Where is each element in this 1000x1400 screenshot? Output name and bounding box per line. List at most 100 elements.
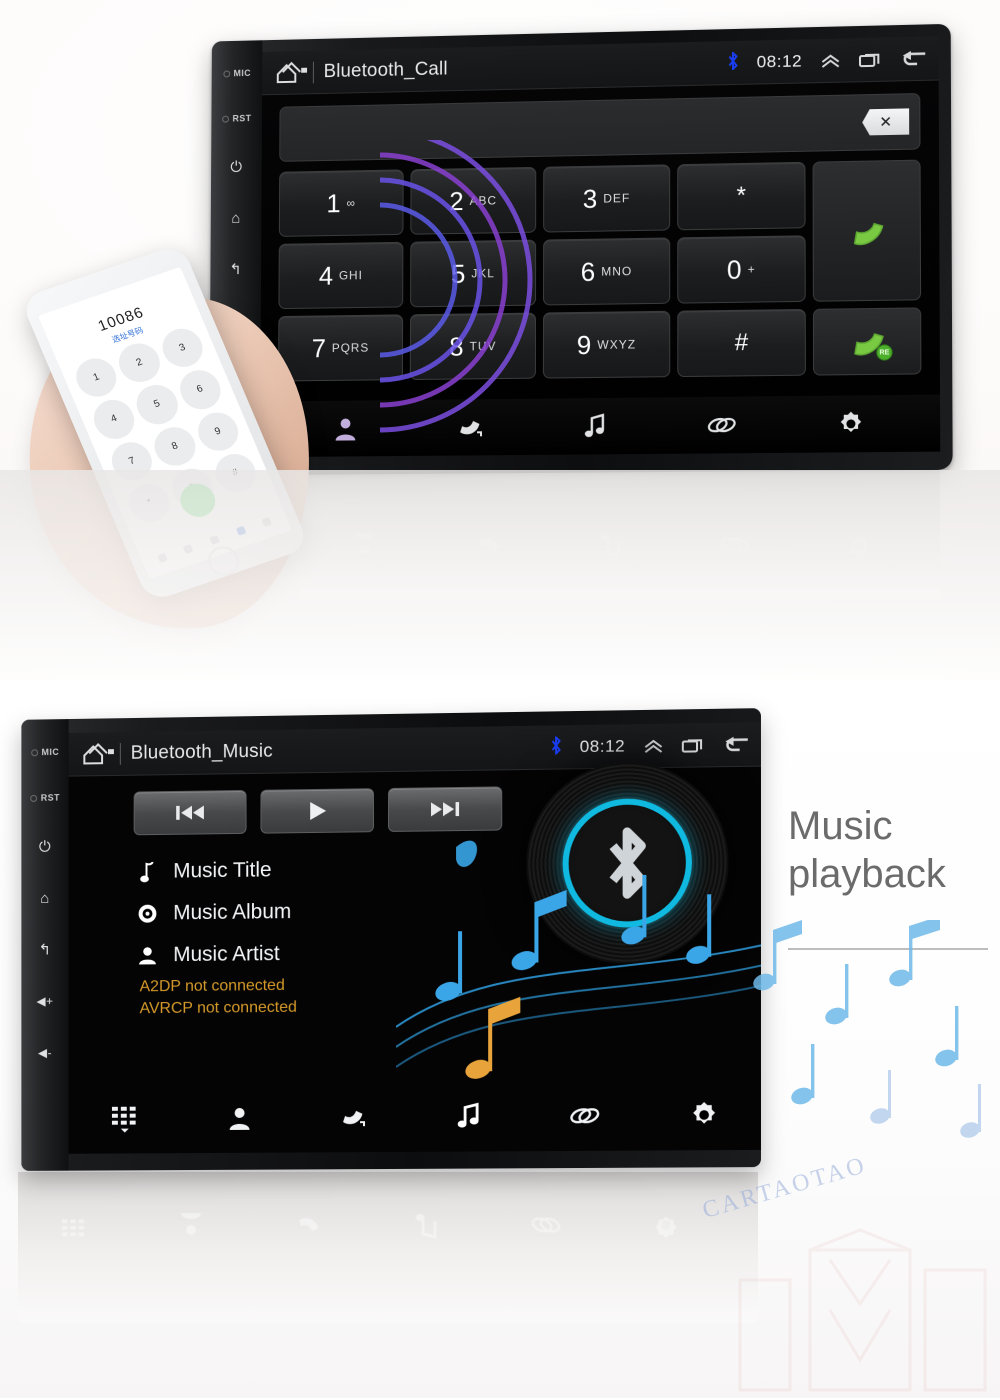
track-album-label: Music Album: [173, 900, 292, 925]
mic-label: MIC: [41, 746, 60, 758]
home-screen-icon[interactable]: [274, 59, 308, 85]
gear-icon[interactable]: [690, 1101, 718, 1129]
home-icon[interactable]: ⌂: [21, 872, 68, 924]
bottom-tabbar-reflection: [60, 1200, 680, 1250]
status-right-group: 08:12: [727, 48, 926, 74]
music-panel: Music Title Music Album Music Artist A2D…: [68, 761, 761, 1154]
key-3[interactable]: 3 DEF: [543, 164, 671, 233]
phone-tab[interactable]: [183, 543, 194, 554]
key-9[interactable]: 9 WXYZ: [542, 310, 671, 379]
phone-key[interactable]: 1: [70, 353, 123, 403]
phone-tabbar: [146, 510, 283, 570]
phone-tab[interactable]: [209, 534, 220, 545]
phone-key[interactable]: 9: [191, 406, 245, 457]
phone-key[interactable]: 3: [156, 323, 209, 373]
music-note-icon[interactable]: [455, 1102, 481, 1130]
bluetooth-icon: [550, 736, 561, 757]
phone-tab-keypad[interactable]: [235, 525, 247, 536]
phone-key[interactable]: 7: [105, 436, 159, 486]
contacts-icon[interactable]: [226, 1105, 252, 1131]
bluetooth-icon-large: [601, 826, 654, 901]
reset-indicator[interactable]: RST: [21, 775, 68, 821]
key-5[interactable]: 5 JKL: [410, 239, 537, 308]
phone-home-button[interactable]: [203, 542, 244, 580]
call-history-icon[interactable]: [456, 414, 484, 440]
phone-key[interactable]: 0: [166, 463, 219, 513]
key-6[interactable]: 6 MNO: [543, 237, 671, 306]
top-tabbar-reflection: [352, 520, 872, 570]
key-2[interactable]: 2 ABC: [410, 166, 537, 235]
phone-key[interactable]: *: [123, 478, 176, 528]
contacts-icon-reflection: [352, 532, 378, 558]
phone-key[interactable]: 6: [173, 365, 227, 415]
phone-key[interactable]: 8: [148, 421, 202, 471]
previous-track-button[interactable]: [133, 789, 247, 836]
clock: 08:12: [579, 735, 626, 756]
call-redial-icon: RE: [843, 324, 893, 361]
page-title: Bluetooth_Music: [130, 740, 273, 764]
bluetooth-icon: [727, 52, 738, 73]
contacts-icon-reflection: [178, 1212, 204, 1238]
building-watermark: [738, 1228, 987, 1392]
reset-indicator[interactable]: RST: [211, 95, 262, 141]
home-icon[interactable]: ⌂: [211, 192, 262, 244]
play-button[interactable]: [260, 788, 375, 834]
phone-tab[interactable]: [156, 552, 168, 563]
caption-line-1: Music: [788, 804, 893, 848]
gear-icon[interactable]: [838, 411, 865, 438]
phone-key[interactable]: 5: [130, 380, 184, 430]
hand-holding-phone: 10086 选址号码 1 2 3 4 5 6 7 8 9 * 0 #: [10, 240, 370, 644]
chevron-up-icon[interactable]: [643, 737, 663, 753]
poster-page: MIC RST ⏻ ⌂ ↰ ◀+ Bluetooth_Call: [0, 0, 1000, 1398]
album-disc-icon: [138, 904, 158, 924]
call-answer-button[interactable]: [812, 159, 922, 302]
back-arrow-icon[interactable]: [722, 735, 748, 754]
previous-track-icon: [174, 803, 206, 823]
phone-tab[interactable]: [261, 516, 273, 527]
redial-badge: RE: [876, 344, 893, 361]
phone-number-field[interactable]: ✕: [279, 93, 921, 162]
call-redial-button[interactable]: RE: [812, 307, 922, 376]
power-icon[interactable]: ⏻: [21, 820, 68, 872]
recent-apps-icon[interactable]: [682, 737, 704, 753]
music-note-icon[interactable]: [583, 413, 607, 439]
backspace-icon[interactable]: ✕: [862, 108, 909, 135]
caption-underline: [788, 948, 988, 950]
power-icon[interactable]: ⏻: [211, 141, 262, 193]
link-icon[interactable]: [569, 1104, 601, 1128]
screen-music: Bluetooth_Music 08:12 Music Title Music …: [68, 722, 761, 1154]
call-button-icon[interactable]: [175, 479, 221, 522]
phone-key[interactable]: #: [209, 448, 262, 498]
car-head-unit-music: MIC RST ⏻ ⌂ ↰ ◀+ ◀- Bluetooth_Music 08:1…: [21, 708, 761, 1171]
track-info-list: Music Title Music Album Music Artist A2D…: [138, 847, 477, 1020]
key-0[interactable]: 0 +: [677, 235, 806, 304]
mic-label: MIC: [233, 68, 252, 79]
volume-up-icon[interactable]: ◀+: [21, 975, 68, 1027]
phone-key[interactable]: 2: [113, 338, 166, 388]
volume-down-icon[interactable]: ◀-: [21, 1027, 68, 1079]
key-8[interactable]: 8 TUV: [409, 312, 537, 381]
track-title-label: Music Title: [173, 858, 272, 883]
keypad-icon[interactable]: [110, 1104, 140, 1134]
recent-apps-icon[interactable]: [859, 51, 881, 68]
call-history-icon[interactable]: [339, 1104, 367, 1130]
call-answer-icon: [843, 213, 890, 248]
key-hash[interactable]: #: [677, 308, 806, 378]
key-1[interactable]: 1 ∞: [278, 169, 404, 237]
status-right-group: 08:12: [550, 734, 748, 758]
caption-block: Music playback: [788, 802, 988, 898]
link-icon[interactable]: [707, 413, 737, 438]
keypad-icon-reflection: [60, 1211, 88, 1239]
home-screen-icon[interactable]: [80, 741, 114, 767]
status-divider: [312, 61, 314, 83]
status-divider: [119, 742, 121, 765]
phone-key[interactable]: 4: [87, 394, 141, 444]
chevron-up-icon[interactable]: [820, 52, 840, 69]
back-icon[interactable]: ↰: [21, 924, 68, 976]
track-album-row: Music Album: [138, 889, 477, 935]
gear-icon-reflection: [846, 532, 872, 558]
key-star[interactable]: *: [677, 161, 806, 231]
next-track-button[interactable]: [388, 786, 503, 832]
back-arrow-icon[interactable]: [900, 49, 927, 68]
call-history-icon-reflection: [295, 1212, 323, 1238]
